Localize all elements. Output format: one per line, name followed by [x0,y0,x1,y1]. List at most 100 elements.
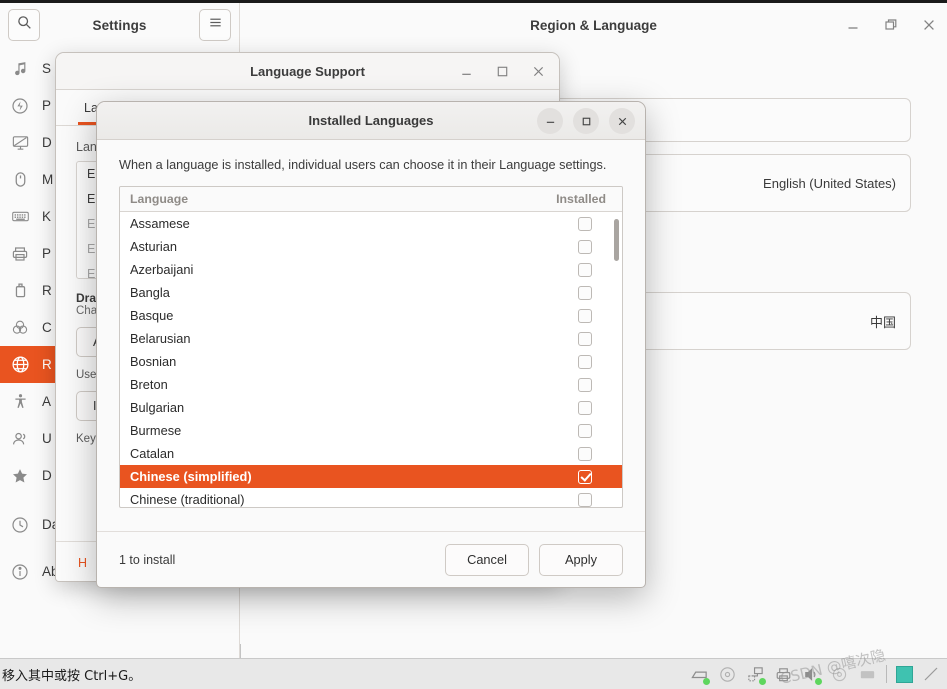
installed-checkbox[interactable] [578,400,592,415]
column-header-language: Language [130,192,189,206]
accessibility-icon [10,392,30,412]
monitor-icon[interactable] [858,665,877,684]
displays-icon [10,133,30,153]
table-row[interactable]: Basque [120,304,622,327]
sidebar-item-label: P [42,246,52,261]
installed-checkbox[interactable] [578,423,592,438]
star-icon [10,466,30,486]
minimize-icon[interactable] [537,108,563,134]
table-row[interactable]: Asturian [120,235,622,258]
panel-title: Region & Language [530,17,657,33]
table-row[interactable]: Azerbaijani [120,258,622,281]
hamburger-menu-icon [208,15,223,35]
installed-checkbox[interactable] [578,262,592,277]
system-tray [690,665,947,685]
language-name: Chinese (traditional) [130,492,245,507]
settings-window-controls [845,3,937,48]
search-icon [17,15,32,35]
help-button[interactable]: H [78,556,87,570]
teal-app-icon[interactable] [896,665,913,683]
sidebar-item-label: D [42,468,52,483]
column-header-installed: Installed [556,192,606,206]
list-header: Language Installed [120,187,622,212]
close-icon[interactable] [609,108,635,134]
resize-grip-icon[interactable] [922,665,941,684]
list-rows: Assamese Asturian Azerbaijani Bangla Bas… [120,212,622,507]
table-row[interactable]: Bangla [120,281,622,304]
installed-checkbox[interactable] [578,308,592,323]
cancel-button[interactable]: Cancel [445,543,529,576]
sidebar-item-label: A [42,394,52,409]
install-count-status: 1 to install [119,552,176,567]
language-name: Bangla [130,285,170,300]
table-row[interactable]: Breton [120,373,622,396]
installed-languages-headerbar: Installed Languages [97,102,645,140]
removable-media-icon [10,281,30,301]
shared-folder-icon[interactable] [746,665,766,685]
status-dot [815,677,822,685]
table-row-selected[interactable]: Chinese (simplified) [120,465,622,488]
table-row[interactable]: Bulgarian [120,396,622,419]
search-button[interactable] [8,9,40,41]
table-row[interactable]: Catalan [120,442,622,465]
installed-checkbox[interactable] [578,354,592,369]
sidebar-item-label: C [42,320,52,335]
installed-languages-footer: 1 to install Cancel Apply [97,531,645,587]
language-name: Bosnian [130,354,177,369]
table-row[interactable]: Assamese [120,212,622,235]
minimize-icon[interactable] [459,64,475,80]
formats-value: 中国 [869,314,896,330]
sound-icon [10,59,30,79]
tray-divider [886,665,887,683]
info-icon [10,562,30,582]
apply-button[interactable]: Apply [539,543,623,576]
installed-checkbox[interactable] [578,492,592,507]
installed-checkbox[interactable] [578,331,592,346]
maximize-icon[interactable] [883,17,899,33]
screen-root: Settings Region & Language S P D M K P R… [0,0,947,689]
settings-title: Settings [92,17,147,33]
language-name: Belarusian [130,331,191,346]
scrollbar-thumb[interactable] [614,219,619,261]
table-row[interactable]: Chinese (traditional) [120,488,622,507]
language-name: Basque [130,308,174,323]
menu-button[interactable] [199,9,231,41]
installed-checkbox[interactable] [578,377,592,392]
installed-checkbox[interactable] [578,239,592,254]
table-row[interactable]: Belarusian [120,327,622,350]
installed-checkbox[interactable] [578,285,592,300]
sidebar-item-label: R [42,283,52,298]
sidebar-item-label: K [42,209,52,224]
installed-checkbox[interactable] [578,469,592,484]
sidebar-item-label: D [42,135,52,150]
disc-icon[interactable] [830,665,849,684]
keyboard-icon [10,207,30,227]
list-scrollbar[interactable] [614,219,619,484]
users-icon [10,429,30,449]
disc-icon[interactable] [718,665,737,684]
language-name: Azerbaijani [130,262,194,277]
installed-languages-dialog: Installed Languages When a language is i… [96,101,646,588]
volume-icon[interactable] [802,665,822,685]
network-icon[interactable] [690,665,710,685]
installed-languages-title: Installed Languages [308,113,434,128]
table-row[interactable]: Burmese [120,419,622,442]
close-icon[interactable] [531,64,547,80]
settings-headerbar: Settings Region & Language [0,2,947,48]
installed-checkbox[interactable] [578,216,592,231]
taskbar-hint-text: 移入其中或按 Ctrl+G。 [2,668,142,684]
installed-checkbox[interactable] [578,446,592,461]
maximize-icon[interactable] [495,64,511,80]
taskbar: 移入其中或按 Ctrl+G。 CSDN @嘻次隐 [0,646,947,689]
installed-languages-list[interactable]: Language Installed Assamese Asturian Aze… [119,186,623,508]
globe-icon [10,355,30,375]
printer-icon[interactable] [774,665,793,684]
power-icon [10,96,30,116]
language-support-title: Language Support [250,63,365,79]
table-row[interactable]: Bosnian [120,350,622,373]
sidebar-item-label: U [42,431,52,446]
language-name: Assamese [130,216,190,231]
maximize-icon[interactable] [573,108,599,134]
close-icon[interactable] [921,17,937,33]
minimize-icon[interactable] [845,17,861,33]
